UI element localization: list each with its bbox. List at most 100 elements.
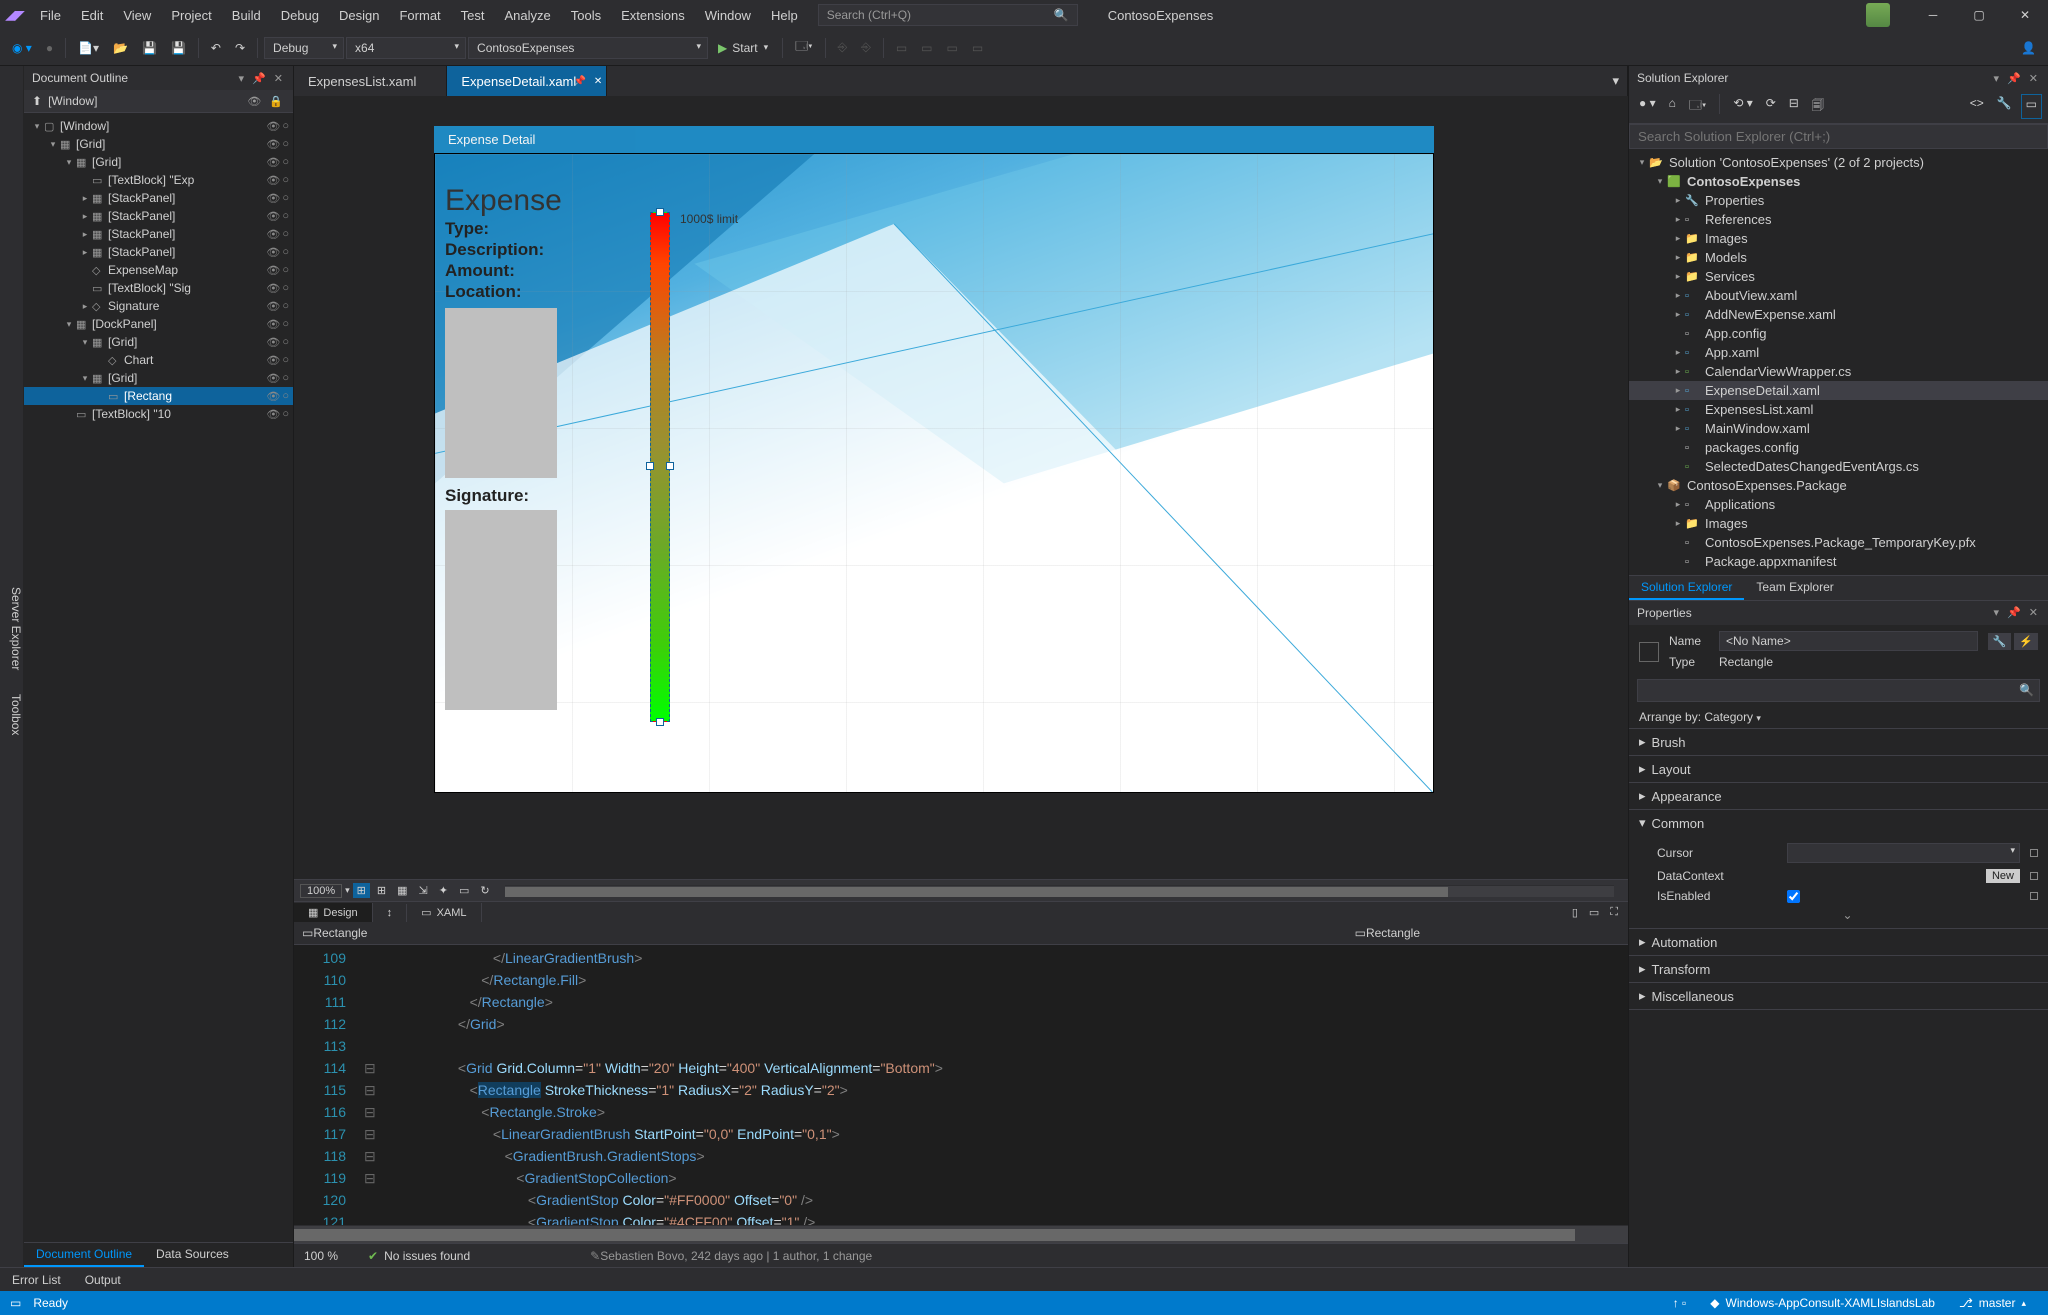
lock-icon[interactable]: 🔒 [267,95,285,108]
sln-pending-button[interactable]: 🗔▾ [1685,94,1710,119]
solution-node[interactable]: ▫Package.appxmanifest [1629,552,2048,571]
outline-node[interactable]: ▸◇Signature👁○ [24,297,293,315]
lock-slot-icon[interactable]: ○ [282,174,289,187]
outline-node[interactable]: ▾▢[Window]👁○ [24,117,293,135]
layout-button-4[interactable]: ▭ [966,37,989,59]
solution-node[interactable]: ▸▫ExpensesList.xaml [1629,400,2048,419]
panel-pin-icon[interactable]: 📌 [250,72,268,85]
visibility-icon[interactable]: 👁 [266,138,280,151]
solution-node[interactable]: ▸📁Images [1629,514,2048,533]
sln-properties-button[interactable]: 🔧 [1993,94,2016,119]
maximize-button[interactable]: ▢ [1956,0,2002,30]
binding-marker[interactable] [2030,892,2038,900]
visibility-icon[interactable]: 👁 [266,210,280,223]
selection-handle-right[interactable] [666,462,674,470]
outline-node[interactable]: ▸▦[StackPanel]👁○ [24,225,293,243]
expand-icon[interactable]: ▸ [1671,214,1685,225]
outline-node[interactable]: ▾▦[Grid]👁○ [24,135,293,153]
layout-button-3[interactable]: ▭ [941,37,964,59]
solution-node[interactable]: ▸▫CalendarViewWrapper.cs [1629,362,2048,381]
solution-node[interactable]: ▫ContosoExpenses.Package_TemporaryKey.pf… [1629,533,2048,552]
tab-error-list[interactable]: Error List [0,1269,73,1291]
lock-slot-icon[interactable]: ○ [282,156,289,169]
menu-file[interactable]: File [30,2,71,29]
lock-slot-icon[interactable]: ○ [282,192,289,205]
solution-node[interactable]: ▸▫Applications [1629,495,2048,514]
lock-slot-icon[interactable]: ○ [282,138,289,151]
outline-node[interactable]: ◇ExpenseMap👁○ [24,261,293,279]
doc-tab[interactable]: ExpensesList.xaml [294,66,447,96]
visibility-icon[interactable]: 👁 [266,336,280,349]
solution-node[interactable]: ▸📁Models [1629,248,2048,267]
menu-view[interactable]: View [113,2,161,29]
menu-test[interactable]: Test [451,2,495,29]
outline-node[interactable]: ◇Chart👁○ [24,351,293,369]
grid-mode-2[interactable]: ⊞ [373,883,390,898]
lock-slot-icon[interactable]: ○ [282,120,289,133]
solution-node[interactable]: ▫packages.config [1629,438,2048,457]
ruler-button[interactable]: ▭ [455,883,473,898]
designer-canvas[interactable]: Expense Type:Description:Amount:Location… [434,153,1434,793]
expand-icon[interactable]: ▾ [1635,157,1649,168]
solution-node[interactable]: ▫SelectedDatesChangedEventArgs.cs [1629,457,2048,476]
solution-node[interactable]: ▸🔧Properties [1629,191,2048,210]
solution-node[interactable]: ▸▫AboutView.xaml [1629,286,2048,305]
sln-pin-icon[interactable]: 📌 [2005,72,2023,85]
split-horiz-button[interactable]: ▭ [1585,905,1603,920]
sln-collapse-button[interactable]: ⊟ [1785,94,1803,119]
lock-slot-icon[interactable]: ○ [282,372,289,385]
expand-icon[interactable]: ▸ [78,211,92,222]
menu-extensions[interactable]: Extensions [611,2,695,29]
nav-forward-button[interactable]: ● [40,37,59,59]
tab-solution-explorer[interactable]: Solution Explorer [1629,576,1744,600]
sln-home-icon[interactable]: ⌂ [1665,94,1680,119]
sln-dropdown-icon[interactable]: ▾ [1992,72,2002,85]
properties-search-input[interactable] [1637,679,2040,702]
expand-icon[interactable]: ▸ [1671,271,1685,282]
sln-view-code-button[interactable]: <> [1966,94,1988,119]
expand-icon[interactable]: ▸ [1671,309,1685,320]
search-box[interactable]: Search (Ctrl+Q) 🔍 [818,4,1078,26]
props-dropdown[interactable]: ▾ [1787,843,2020,863]
visibility-icon[interactable]: 👁 [266,264,280,277]
sln-refresh-button[interactable]: ⟳ [1762,94,1780,119]
lock-slot-icon[interactable]: ○ [282,318,289,331]
wrench-icon[interactable]: 🔧 [1988,633,2012,650]
swap-panes-button[interactable]: ↕ [373,904,408,922]
visibility-icon[interactable]: 👁 [266,390,280,403]
name-field[interactable]: <No Name> [1719,631,1978,651]
expand-icon[interactable]: ▸ [1671,385,1685,396]
zoom-level[interactable]: 100% [300,884,342,898]
outline-node[interactable]: ▭[TextBlock] "Sig👁○ [24,279,293,297]
menu-design[interactable]: Design [329,2,389,29]
sln-close-icon[interactable]: ✕ [2027,72,2040,85]
xaml-pane-tab[interactable]: ▭ XAML [407,903,481,922]
expand-icon[interactable]: ▸ [1671,499,1685,510]
outline-node[interactable]: ▾▦[Grid]👁○ [24,153,293,171]
visibility-icon[interactable]: 👁 [266,192,280,205]
visibility-icon[interactable]: 👁 [266,174,280,187]
close-icon[interactable]: ✕ [594,76,602,87]
props-category-header[interactable]: ▸Transform [1629,956,2048,982]
expand-icon[interactable]: ▸ [1671,252,1685,263]
props-dropdown-icon[interactable]: ▾ [1992,606,2002,620]
eye-icon[interactable]: 👁 [245,95,263,108]
solution-node[interactable]: ▸📁Services [1629,267,2048,286]
start-button[interactable]: ▶ Start ▾ [710,38,776,58]
expand-icon[interactable]: ▸ [1671,195,1685,206]
expand-icon[interactable]: ▾ [30,121,44,132]
lock-slot-icon[interactable]: ○ [282,264,289,277]
design-pane-tab[interactable]: ▦ Design [294,903,373,922]
redo-button[interactable]: ↷ [229,37,251,59]
outline-tab-outline[interactable]: Document Outline [24,1243,144,1267]
xaml-code-editor[interactable]: 109110111112113114115116117118119120121 … [294,945,1628,1225]
fold-column[interactable]: ⊟⊟⊟⊟⊟⊟ [364,945,384,1225]
visibility-icon[interactable]: 👁 [266,120,280,133]
status-branch[interactable]: ⎇ master ▴ [1947,1296,2038,1310]
menu-debug[interactable]: Debug [271,2,329,29]
visibility-icon[interactable]: 👁 [266,246,280,259]
lock-slot-icon[interactable]: ○ [282,210,289,223]
undo-button[interactable]: ↶ [205,37,227,59]
code-content[interactable]: </LinearGradientBrush> </Rectangle.Fill>… [384,945,1628,1225]
designer-hscroll[interactable] [505,885,1614,897]
